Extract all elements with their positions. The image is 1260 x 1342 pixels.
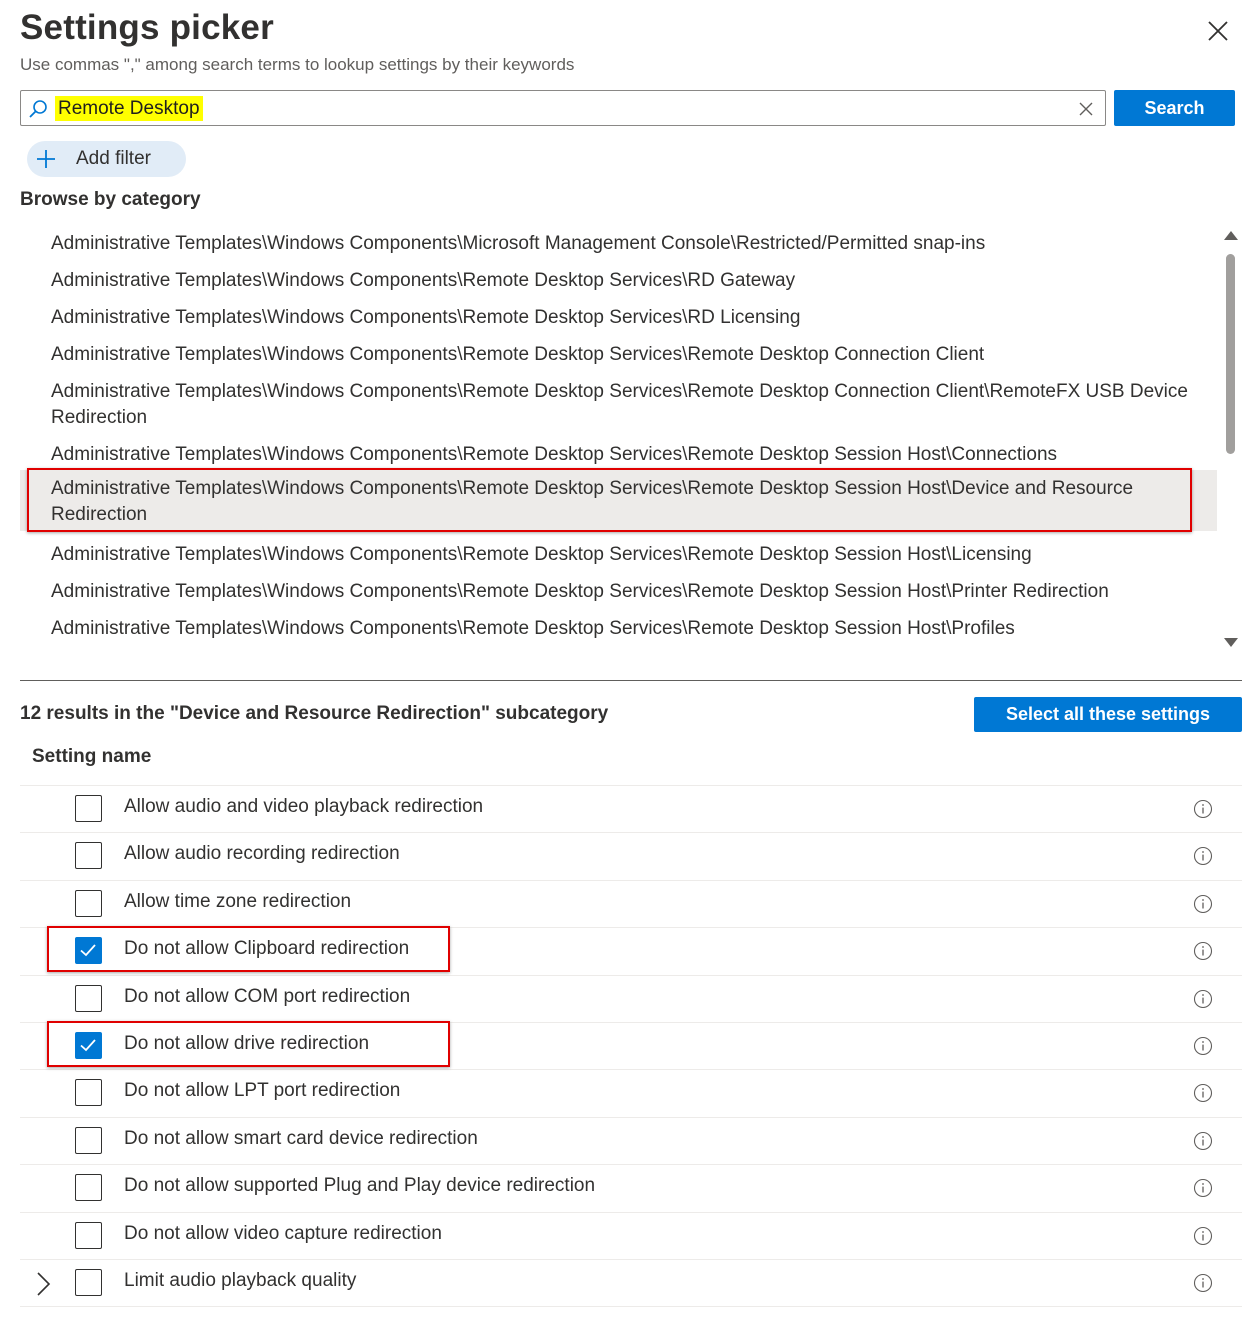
setting-name: Do not allow video capture redirection	[124, 1222, 442, 1244]
scrollbar-thumb[interactable]	[1226, 254, 1235, 454]
info-icon[interactable]	[1193, 1131, 1213, 1151]
checkmark-icon	[80, 944, 96, 957]
setting-row[interactable]: Allow time zone redirection	[20, 881, 1242, 929]
page-title: Settings picker	[20, 8, 274, 47]
checkmark-icon	[80, 1039, 96, 1052]
category-item[interactable]: Administrative Templates\Windows Compone…	[20, 536, 1217, 574]
results-heading: 12 results in the "Device and Resource R…	[20, 703, 609, 724]
info-icon[interactable]	[1193, 1083, 1213, 1103]
setting-checkbox[interactable]	[75, 1174, 102, 1202]
info-icon[interactable]	[1193, 1226, 1213, 1246]
page-subtitle: Use commas "," among search terms to loo…	[20, 55, 575, 74]
setting-row[interactable]: Do not allow drive redirection	[20, 1023, 1242, 1071]
column-header-setting-name[interactable]: Setting name	[32, 746, 151, 768]
info-icon[interactable]	[1193, 1178, 1213, 1198]
setting-checkbox[interactable]	[75, 842, 102, 870]
setting-row[interactable]: Limit audio playback quality	[20, 1260, 1242, 1308]
info-icon[interactable]	[1193, 846, 1213, 866]
category-item[interactable]: Administrative Templates\Windows Compone…	[20, 436, 1217, 474]
setting-checkbox[interactable]	[75, 1221, 102, 1249]
search-input-value[interactable]: Remote Desktop	[55, 96, 203, 121]
category-item[interactable]: Administrative Templates\Windows Compone…	[20, 373, 1217, 437]
setting-checkbox[interactable]	[75, 1126, 102, 1154]
search-icon	[29, 100, 47, 118]
scroll-up-arrow-icon[interactable]	[1223, 228, 1239, 242]
info-icon[interactable]	[1193, 941, 1213, 961]
section-divider	[20, 680, 1242, 681]
category-scrollbar[interactable]	[1222, 228, 1240, 650]
info-icon[interactable]	[1193, 1036, 1213, 1056]
info-icon[interactable]	[1193, 1273, 1213, 1293]
search-input[interactable]: Remote Desktop	[20, 90, 1106, 126]
category-item[interactable]: Administrative Templates\Windows Compone…	[20, 262, 1217, 300]
add-filter-label: Add filter	[76, 148, 151, 169]
setting-name: Do not allow drive redirection	[124, 1032, 370, 1054]
setting-name: Allow time zone redirection	[124, 890, 352, 912]
search-button[interactable]: Search	[1114, 90, 1235, 126]
setting-checkbox[interactable]	[75, 937, 102, 965]
chevron-right-icon[interactable]	[34, 1271, 52, 1297]
info-icon[interactable]	[1193, 799, 1213, 819]
clear-icon[interactable]	[1077, 100, 1095, 118]
setting-row[interactable]: Do not allow Clipboard redirection	[20, 928, 1242, 976]
setting-checkbox[interactable]	[75, 795, 102, 822]
setting-name: Do not allow Clipboard redirection	[124, 938, 410, 960]
setting-name: Do not allow smart card device redirecti…	[124, 1127, 478, 1149]
category-item-selected[interactable]: Administrative Templates\Windows Compone…	[20, 470, 1217, 531]
setting-checkbox[interactable]	[75, 984, 102, 1012]
setting-row[interactable]: Do not allow COM port redirection	[20, 976, 1242, 1023]
setting-name: Allow audio and video playback redirecti…	[124, 796, 484, 817]
close-icon	[1208, 21, 1228, 41]
category-item[interactable]: Administrative Templates\Windows Compone…	[20, 610, 1217, 648]
category-list[interactable]: Administrative Templates\Windows Compone…	[20, 223, 1220, 657]
add-filter-button[interactable]: Add filter	[27, 141, 186, 177]
setting-name: Allow audio recording redirection	[124, 843, 400, 865]
info-icon[interactable]	[1193, 989, 1213, 1009]
setting-row[interactable]: Do not allow supported Plug and Play dev…	[20, 1165, 1242, 1213]
plus-icon	[37, 150, 55, 168]
scroll-down-arrow-icon[interactable]	[1223, 636, 1239, 650]
setting-name: Do not allow COM port redirection	[124, 985, 411, 1007]
category-item[interactable]: Administrative Templates\Windows Compone…	[20, 573, 1217, 611]
setting-row[interactable]: Do not allow LPT port redirection	[20, 1070, 1242, 1118]
setting-name: Do not allow LPT port redirection	[124, 1080, 401, 1102]
settings-table: Allow audio and video playback redirecti…	[20, 786, 1242, 1308]
category-item[interactable]: Administrative Templates\Windows Compone…	[20, 299, 1217, 337]
setting-name: Limit audio playback quality	[124, 1269, 357, 1291]
info-icon[interactable]	[1193, 894, 1213, 914]
category-item[interactable]: Administrative Templates\Windows Compone…	[20, 647, 1217, 657]
category-item[interactable]: Administrative Templates\Windows Compone…	[20, 336, 1217, 374]
browse-by-category-heading: Browse by category	[20, 189, 201, 210]
setting-row[interactable]: Do not allow video capture redirection	[20, 1213, 1242, 1260]
select-all-settings-button[interactable]: Select all these settings	[974, 697, 1242, 732]
setting-checkbox[interactable]	[75, 889, 102, 917]
setting-row[interactable]: Allow audio and video playback redirecti…	[20, 786, 1242, 834]
setting-checkbox[interactable]	[75, 1031, 102, 1059]
close-button[interactable]	[1203, 16, 1233, 46]
setting-row[interactable]: Allow audio recording redirection	[20, 833, 1242, 881]
setting-checkbox[interactable]	[75, 1268, 102, 1296]
category-item[interactable]: Administrative Templates\Windows Compone…	[20, 225, 1217, 263]
setting-row[interactable]: Do not allow smart card device redirecti…	[20, 1118, 1242, 1166]
setting-name: Do not allow supported Plug and Play dev…	[124, 1175, 596, 1197]
setting-checkbox[interactable]	[75, 1079, 102, 1107]
